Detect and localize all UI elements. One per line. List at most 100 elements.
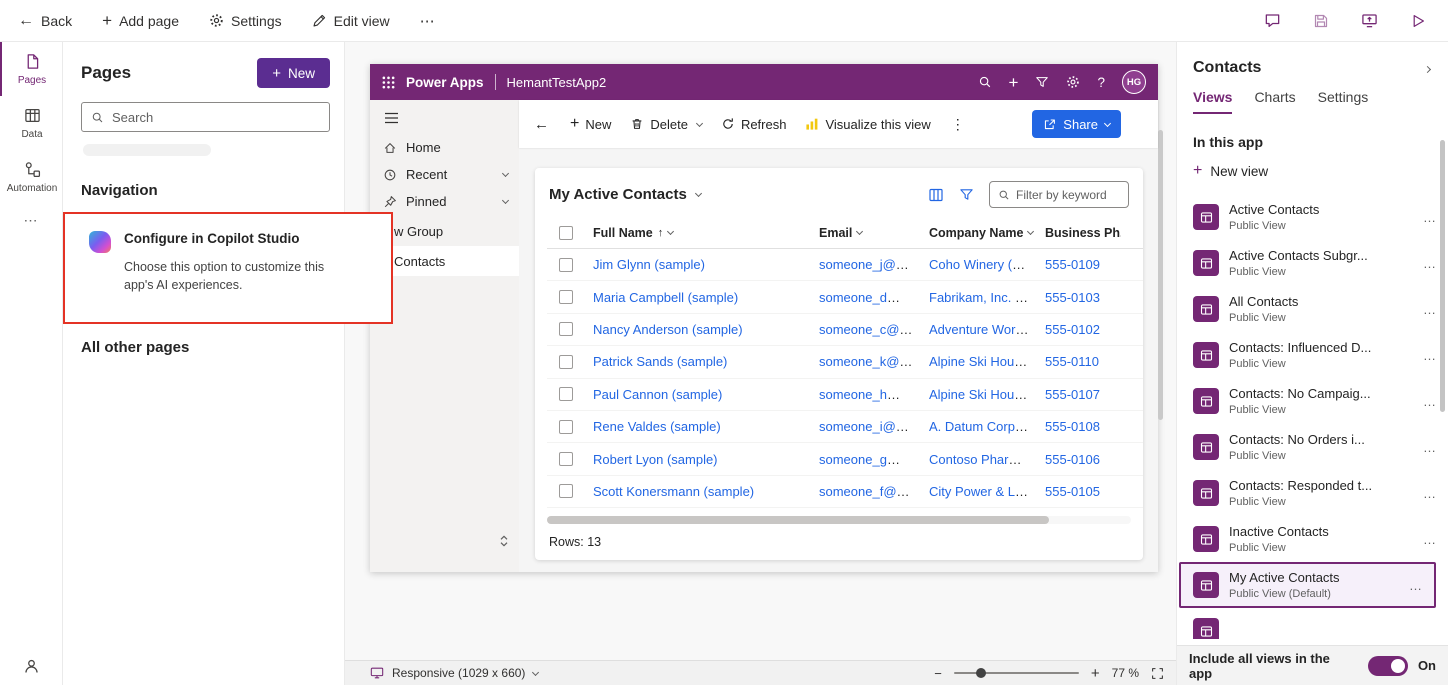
row-checkbox[interactable] [559,420,573,434]
phone-link[interactable]: 555-0108 [1045,419,1100,434]
edit-view-button[interactable]: Edit view [312,13,390,29]
record-link[interactable]: Scott Konersmann (sample) [593,484,754,499]
avatar[interactable]: HG [1122,70,1146,94]
chevron-down-icon[interactable] [696,119,703,126]
record-link[interactable]: Maria Campbell (sample) [593,290,738,305]
phone-link[interactable]: 555-0109 [1045,257,1100,272]
company-link[interactable]: Contoso Pharmac... [929,452,1037,467]
scrollbar-thumb[interactable] [547,516,1049,524]
view-list-item-partial[interactable] [1177,608,1448,639]
table-row[interactable]: Nancy Anderson (sample) someone_c@exa...… [547,314,1143,346]
phone-link[interactable]: 555-0105 [1045,484,1100,499]
zoom-slider[interactable] [954,672,1079,674]
email-link[interactable]: someone_f@exa... [819,484,921,499]
refresh-button[interactable]: Refresh [716,117,792,132]
view-list-item[interactable]: Contacts: Influenced D...Public View … [1177,332,1448,378]
quick-create-icon[interactable]: + [1009,74,1019,91]
view-more-icon[interactable]: … [1423,302,1436,317]
nav-item-recent[interactable]: Recent [370,161,519,188]
phone-link[interactable]: 555-0107 [1045,387,1100,402]
view-more-icon[interactable]: … [1423,256,1436,271]
copilot-studio-callout[interactable]: Configure in Copilot Studio Choose this … [63,212,393,324]
view-more-icon[interactable]: … [1423,394,1436,409]
command-overflow-icon[interactable]: ⋮ [945,116,971,133]
delete-button[interactable]: Delete [625,117,707,132]
zoom-out-button[interactable]: − [934,666,942,681]
view-list-item[interactable]: Contacts: No Campaig...Public View … [1177,378,1448,424]
zoom-in-button[interactable]: + [1091,665,1100,682]
row-checkbox[interactable] [559,484,573,498]
horizontal-scrollbar[interactable] [547,516,1131,524]
table-row[interactable]: Scott Konersmann (sample) someone_f@exa.… [547,476,1143,508]
phone-link[interactable]: 555-0106 [1045,452,1100,467]
waffle-icon[interactable] [382,76,395,89]
view-list-item[interactable]: Contacts: Responded t...Public View … [1177,470,1448,516]
rail-item-pages[interactable]: Pages [0,42,62,96]
new-record-button[interactable]: + New [565,116,616,132]
keyword-filter-input[interactable] [1016,188,1120,202]
company-link[interactable]: Adventure Works ... [929,322,1037,337]
nav-item-pinned[interactable]: Pinned [370,188,519,215]
edit-filters-icon[interactable] [959,187,974,202]
chevron-down-icon[interactable] [502,170,509,177]
company-link[interactable]: Alpine Ski House ... [929,354,1037,369]
tab-views[interactable]: Views [1193,89,1232,114]
view-selector[interactable]: My Active Contacts [549,186,701,203]
view-more-icon[interactable]: … [1423,348,1436,363]
comments-button[interactable] [1264,12,1281,29]
nav-item-home[interactable]: Home [370,134,519,161]
view-list-item[interactable]: Active Contacts Subgr...Public View … [1177,240,1448,286]
canvas-vertical-scrollbar[interactable] [1158,130,1163,420]
panel-scrollbar[interactable] [1440,140,1445,412]
column-header-company[interactable]: Company Name [921,226,1037,240]
email-link[interactable]: someone_h@exa... [819,387,921,402]
visualize-view-button[interactable]: Visualize this view [800,117,935,132]
collapse-panel-button[interactable] [1423,58,1432,77]
view-more-icon[interactable]: … [1423,210,1436,225]
rail-more-icon[interactable]: ⋯ [0,204,62,237]
view-more-icon[interactable]: … [1423,532,1436,547]
filter-icon[interactable] [1035,75,1049,89]
row-checkbox[interactable] [559,290,573,304]
new-view-button[interactable]: + New view [1177,154,1448,188]
email-link[interactable]: someone_i@exa... [819,419,921,434]
grid-back-button[interactable]: ← [532,116,556,133]
row-checkbox[interactable] [559,452,573,466]
pages-search-box[interactable] [81,102,330,132]
row-checkbox[interactable] [559,258,573,272]
table-row[interactable]: Patrick Sands (sample) someone_k@exa... … [547,346,1143,378]
table-row[interactable]: Jim Glynn (sample) someone_j@exa... Coho… [547,249,1143,281]
screen-size-selector[interactable]: Responsive (1029 x 660) [370,666,538,680]
row-checkbox[interactable] [559,355,573,369]
tab-settings[interactable]: Settings [1318,89,1369,114]
email-link[interactable]: someone_d@exa... [819,290,921,305]
include-all-views-toggle[interactable] [1368,656,1408,676]
search-icon[interactable] [978,75,992,89]
view-list-item[interactable]: All ContactsPublic View … [1177,286,1448,332]
column-header-business-phone[interactable]: Business Ph... [1037,226,1121,240]
column-header-email[interactable]: Email [811,226,921,240]
back-button[interactable]: ← Back [18,13,72,29]
nav-expander-icon[interactable] [499,534,509,548]
more-commands-icon[interactable]: ⋯ [420,12,436,30]
account-button[interactable] [0,658,62,675]
phone-link[interactable]: 555-0103 [1045,290,1100,305]
table-row[interactable]: Robert Lyon (sample) someone_g@exa... Co… [547,443,1143,475]
zoom-slider-thumb[interactable] [976,668,986,678]
view-list-item[interactable]: Active ContactsPublic View … [1177,194,1448,240]
keyword-filter-box[interactable] [989,181,1129,208]
edit-columns-icon[interactable] [928,187,944,203]
publish-button[interactable] [1361,12,1378,29]
company-link[interactable]: Alpine Ski House ... [929,387,1037,402]
record-link[interactable]: Nancy Anderson (sample) [593,322,743,337]
chevron-down-icon[interactable] [502,197,509,204]
email-link[interactable]: someone_k@exa... [819,354,921,369]
column-header-full-name[interactable]: Full Name ↑ [585,226,811,240]
record-link[interactable]: Paul Cannon (sample) [593,387,722,402]
record-link[interactable]: Rene Valdes (sample) [593,419,721,434]
table-row[interactable]: Rene Valdes (sample) someone_i@exa... A.… [547,411,1143,443]
pages-search-input[interactable] [112,110,320,125]
tab-charts[interactable]: Charts [1254,89,1295,114]
table-row[interactable]: Maria Campbell (sample) someone_d@exa...… [547,281,1143,313]
view-more-icon[interactable]: … [1423,486,1436,501]
